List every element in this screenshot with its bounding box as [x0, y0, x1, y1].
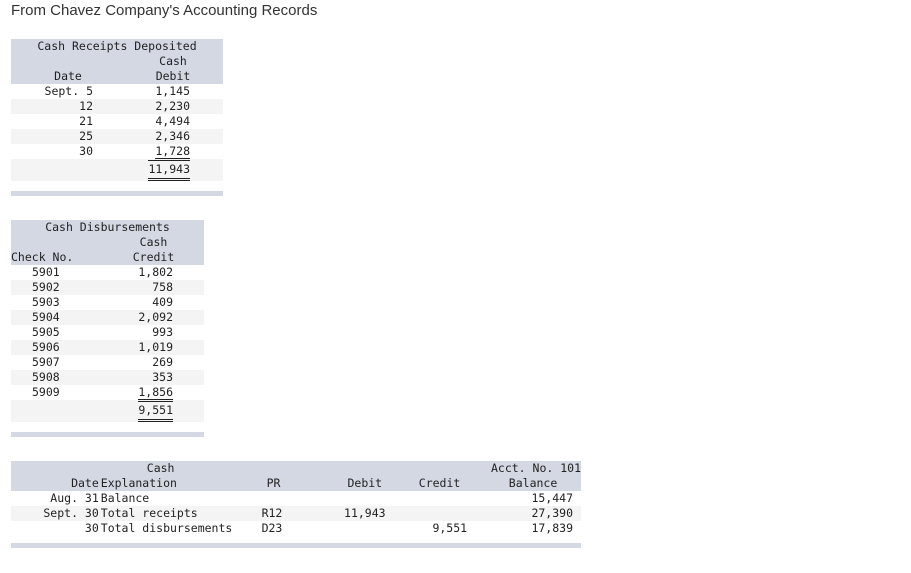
- check-number: 5905: [32, 325, 60, 339]
- ledger-date: Aug. 31: [50, 491, 99, 505]
- table-row: 5908 353: [11, 370, 204, 385]
- receipts-footer-bar: [11, 191, 223, 196]
- receipt-date: Sept. 5: [44, 84, 93, 98]
- check-number: 5909: [32, 385, 60, 399]
- table-row: 21 4,494: [11, 114, 223, 129]
- receipt-date: 30: [79, 144, 93, 158]
- ledger-explanation: Total receipts: [100, 506, 250, 521]
- ledger-debit-header: Debit: [325, 476, 405, 491]
- page-title: From Chavez Company's Accounting Records: [11, 2, 318, 19]
- disbursement-amount: 1,802: [138, 265, 173, 279]
- receipts-debit-header: Debit: [123, 69, 223, 84]
- total-row: 11,943: [11, 159, 223, 181]
- cash-ledger-table: Cash Acct. No. 101 Date Explanation PR D…: [11, 461, 581, 536]
- receipt-date: 21: [79, 114, 93, 128]
- table-row: 5904 2,092: [11, 310, 204, 325]
- table-row: 25 2,346: [11, 129, 223, 144]
- table-row: 12 2,230: [11, 99, 223, 114]
- disbursement-amount: 993: [152, 325, 173, 339]
- table-row: Aug. 31 Balance 15,447: [11, 491, 581, 506]
- table-row: Sept. 30 Total receipts R12 11,943 27,39…: [11, 506, 581, 521]
- disbursements-credit-header: Credit: [111, 250, 204, 265]
- check-number: 5903: [32, 295, 60, 309]
- ledger-explanation: Total disbursements: [100, 521, 233, 535]
- receipt-amount: 2,346: [123, 129, 223, 144]
- ledger-pr: [250, 491, 326, 506]
- disbursements-total: 9,551: [138, 400, 173, 422]
- receipts-date-header: Date: [11, 69, 123, 84]
- ledger-balance: 15,447: [531, 491, 573, 505]
- check-number: 5908: [11, 370, 111, 385]
- ledger-balance: 27,390: [475, 506, 581, 521]
- disbursements-cash-header: Cash: [111, 235, 204, 250]
- disbursements-check-header: Check No.: [11, 250, 111, 265]
- ledger-heading: Cash: [100, 461, 326, 476]
- ledger-pr: D23: [261, 521, 283, 535]
- ledger-credit: [404, 491, 475, 506]
- table-row: 5902 758: [11, 280, 204, 295]
- table-row: 30 1,728: [11, 144, 223, 159]
- table-row: 30 Total disbursements D23 9,551 17,839: [11, 521, 581, 536]
- check-number: 5904: [11, 310, 111, 325]
- disbursement-amount: 758: [111, 280, 204, 295]
- check-number: 5907: [32, 355, 60, 369]
- ledger-debit: [326, 521, 404, 536]
- ledger-explanation: Balance: [100, 491, 150, 505]
- receipts-heading: Cash Receipts Deposited: [11, 39, 223, 54]
- ledger-date: 30: [84, 521, 99, 535]
- ledger-date: Sept. 30: [11, 506, 101, 521]
- check-number: 5906: [11, 340, 111, 355]
- disbursements-footer-bar: [11, 432, 204, 437]
- receipt-date: 12: [11, 99, 123, 114]
- receipts-cash-header: Cash: [123, 54, 223, 69]
- ledger-footer-bar: [11, 543, 581, 548]
- table-row: 5909 1,856: [11, 385, 204, 400]
- ledger-account-number: Acct. No. 101: [475, 461, 581, 476]
- table-row: 5907 269: [11, 355, 204, 370]
- disbursement-amount: 409: [152, 295, 173, 309]
- table-row: 5901 1,802: [11, 265, 204, 280]
- ledger-pr: R12: [249, 506, 326, 521]
- ledger-balance: 17,839: [531, 521, 573, 535]
- receipts-total: 11,943: [148, 159, 190, 181]
- receipt-date: 25: [11, 129, 123, 144]
- ledger-credit: [404, 506, 476, 521]
- ledger-explanation-header: Explanation: [100, 476, 250, 491]
- table-row: 5906 1,019: [11, 340, 204, 355]
- table-row: Sept. 5 1,145: [11, 84, 223, 99]
- ledger-balance-header: Balance: [475, 476, 581, 491]
- disbursement-amount: 353: [111, 370, 204, 385]
- receipt-amount: 1,728: [155, 144, 190, 159]
- check-number: 5901: [32, 265, 60, 279]
- ledger-debit: [326, 491, 404, 506]
- disbursement-amount: 2,092: [111, 310, 204, 325]
- disbursement-amount: 269: [152, 355, 173, 369]
- check-number: 5902: [11, 280, 111, 295]
- total-row: 9,551: [11, 400, 204, 422]
- ledger-credit: 9,551: [432, 521, 468, 535]
- table-row: 5905 993: [11, 325, 204, 340]
- cash-disbursements-table: Cash Disbursements Cash Check No. Credit…: [11, 220, 204, 422]
- ledger-pr-header: PR: [249, 476, 326, 491]
- ledger-credit-header: Credit: [404, 476, 476, 491]
- receipt-amount: 1,145: [155, 84, 190, 98]
- receipt-amount: 2,230: [123, 99, 223, 114]
- receipt-amount: 4,494: [155, 114, 190, 128]
- disbursement-amount: 1,856: [138, 385, 173, 400]
- ledger-debit: 11,943: [325, 506, 405, 521]
- cash-receipts-table: Cash Receipts Deposited Cash Date Debit …: [11, 39, 223, 181]
- disbursements-heading: Cash Disbursements: [11, 220, 204, 235]
- table-row: 5903 409: [11, 295, 204, 310]
- disbursement-amount: 1,019: [111, 340, 204, 355]
- ledger-date-header: Date: [11, 476, 101, 491]
